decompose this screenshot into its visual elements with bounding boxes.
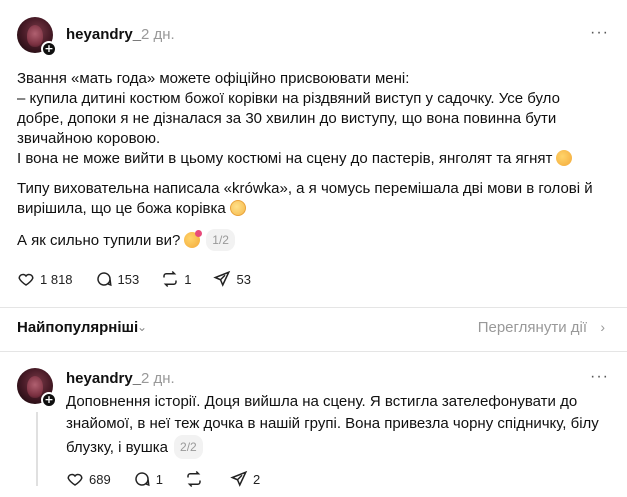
hugging-emoji-icon bbox=[556, 150, 573, 166]
party-face-emoji-icon bbox=[184, 230, 203, 248]
comment-button[interactable]: 1 bbox=[133, 470, 163, 488]
share-icon bbox=[213, 270, 231, 287]
avatar[interactable]: + bbox=[17, 17, 57, 57]
like-count: 689 bbox=[89, 471, 111, 487]
divider bbox=[0, 351, 627, 352]
post-actions: 1 818 153 1 53 bbox=[17, 270, 273, 288]
post-line-6: Типу виховательна написала «krówka», а я… bbox=[17, 180, 593, 197]
post-line-2: – купила дитині костюм божої корівки на … bbox=[17, 90, 560, 107]
share-button[interactable]: 2 bbox=[230, 470, 260, 488]
post-body: Звання «мать года» можете офіційно присв… bbox=[17, 69, 617, 251]
reply-username[interactable]: heyandry_ bbox=[66, 370, 141, 387]
reply-actions: 689 1 2 bbox=[66, 470, 282, 488]
reply-avatar[interactable]: + bbox=[17, 368, 57, 408]
post-line-1: Звання «мать года» можете офіційно присв… bbox=[17, 70, 410, 87]
chevron-right-icon[interactable]: › bbox=[600, 319, 605, 335]
share-icon bbox=[230, 470, 248, 487]
reply-line-3: блузку, і вушка 2/2 bbox=[66, 435, 621, 459]
comment-count: 1 bbox=[155, 471, 163, 487]
avatar-image bbox=[27, 376, 43, 398]
reply-body: Доповнення історії. Доця вийшла на сцену… bbox=[66, 391, 621, 459]
repost-icon bbox=[187, 470, 201, 488]
more-icon[interactable]: ··· bbox=[590, 368, 609, 386]
chevron-down-icon[interactable]: ⌄ bbox=[137, 320, 147, 334]
post-line-7: вирішила, що це божа корівка bbox=[17, 199, 617, 219]
share-count: 53 bbox=[236, 271, 251, 287]
post-line-5: І вона не може вийти в цьому костюмі на … bbox=[17, 149, 617, 169]
share-count: 2 bbox=[252, 471, 261, 487]
thread-line bbox=[36, 412, 38, 486]
repost-button[interactable] bbox=[185, 470, 208, 488]
like-button[interactable]: 689 bbox=[66, 470, 111, 488]
pleading-face-emoji-icon bbox=[229, 200, 246, 216]
plus-icon[interactable]: + bbox=[41, 41, 57, 57]
avatar-image bbox=[27, 25, 43, 47]
post-line-4: звичайною коровою. bbox=[17, 130, 161, 147]
reply-time: 2 дн. bbox=[141, 370, 175, 387]
sort-bar: Найпопулярніші ⌄ Переглянути дії › bbox=[0, 308, 627, 348]
thread-pager: 1/2 bbox=[206, 229, 235, 251]
repost-icon bbox=[163, 270, 177, 288]
heart-icon bbox=[67, 473, 83, 486]
reply-line-1: Доповнення історії. Доця вийшла на сцену… bbox=[66, 393, 578, 410]
reply-line-2: знайомої, в неї теж дочка в нашій групі.… bbox=[66, 415, 599, 432]
comment-button[interactable]: 153 bbox=[95, 270, 140, 288]
sort-dropdown[interactable]: Найпопулярніші bbox=[17, 319, 138, 336]
post-line-3: добре, допоки я не дізналася за 30 хвили… bbox=[17, 110, 557, 127]
post-time: 2 дн. bbox=[141, 26, 175, 43]
comment-icon bbox=[135, 472, 150, 487]
post-question: А як сильно тупили ви? 1/2 bbox=[17, 229, 617, 251]
share-button[interactable]: 53 bbox=[213, 270, 251, 288]
repost-button[interactable]: 1 bbox=[161, 270, 191, 288]
repost-count: 1 bbox=[184, 271, 192, 287]
view-activity-link[interactable]: Переглянути дії bbox=[478, 319, 587, 336]
thread-pager: 2/2 bbox=[174, 435, 203, 459]
comment-count: 153 bbox=[117, 271, 140, 287]
comment-icon bbox=[96, 272, 112, 287]
plus-icon[interactable]: + bbox=[41, 392, 57, 408]
post-username[interactable]: heyandry_ bbox=[66, 26, 141, 43]
like-button[interactable]: 1 818 bbox=[17, 270, 73, 288]
like-count: 1 818 bbox=[40, 271, 73, 287]
heart-icon bbox=[18, 273, 34, 286]
more-icon[interactable]: ··· bbox=[590, 24, 609, 42]
